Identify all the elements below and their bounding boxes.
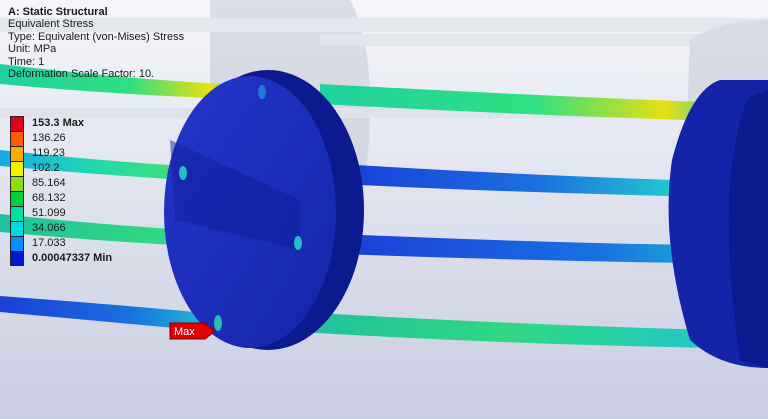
legend-label: 136.26	[32, 132, 66, 144]
legend-swatch	[10, 116, 24, 131]
legend-row: 85.164	[10, 176, 160, 191]
legend-label: 85.164	[32, 177, 66, 189]
legend-label: 0.00047337 Min	[32, 252, 113, 264]
result-unit: Unit: MPa	[8, 43, 57, 56]
bore	[294, 236, 302, 250]
legend-label: 17.033	[32, 237, 66, 249]
legend-swatch	[10, 161, 24, 176]
legend-row: 136.26	[10, 131, 160, 146]
result-info-panel: A: Static Structural Equivalent Stress T…	[8, 6, 184, 80]
legend-label: 34.066	[32, 222, 66, 234]
result-type: Type: Equivalent (von-Mises) Stress	[8, 30, 185, 43]
legend-row: 51.099	[10, 206, 160, 221]
legend-swatch	[10, 131, 24, 146]
legend-swatch	[10, 191, 24, 206]
legend-row: 153.3 Max	[10, 116, 160, 131]
legend-swatch	[10, 236, 24, 251]
legend-row: 34.066	[10, 221, 160, 236]
legend-label: 68.132	[32, 192, 66, 204]
bore	[179, 166, 187, 180]
legend-swatch	[10, 146, 24, 161]
legend-label: 51.099	[32, 207, 66, 219]
legend-row: 102.2	[10, 161, 160, 176]
legend-swatch	[10, 206, 24, 221]
result-name: Equivalent Stress	[8, 18, 94, 31]
max-probe-label: Max	[174, 326, 195, 338]
legend-label: 119.23	[32, 147, 65, 159]
legend-row: 68.132	[10, 191, 160, 206]
legend-swatch	[10, 251, 24, 266]
result-time: Time: 1	[8, 55, 45, 68]
analysis-title: A: Static Structural	[8, 6, 108, 18]
legend-row: 0.00047337 Min	[10, 251, 160, 266]
max-probe-tag[interactable]: Max	[169, 321, 217, 341]
legend-swatch	[10, 221, 24, 236]
flange-disk	[164, 70, 364, 350]
legend-label: 102.2	[32, 162, 60, 174]
legend-row: 119.23	[10, 146, 160, 161]
legend-row: 17.033	[10, 236, 160, 251]
legend-swatch	[10, 176, 24, 191]
deformation-scale: Deformation Scale Factor: 10.	[8, 68, 155, 81]
legend-label: 153.3 Max	[32, 117, 84, 129]
bore	[258, 85, 266, 99]
